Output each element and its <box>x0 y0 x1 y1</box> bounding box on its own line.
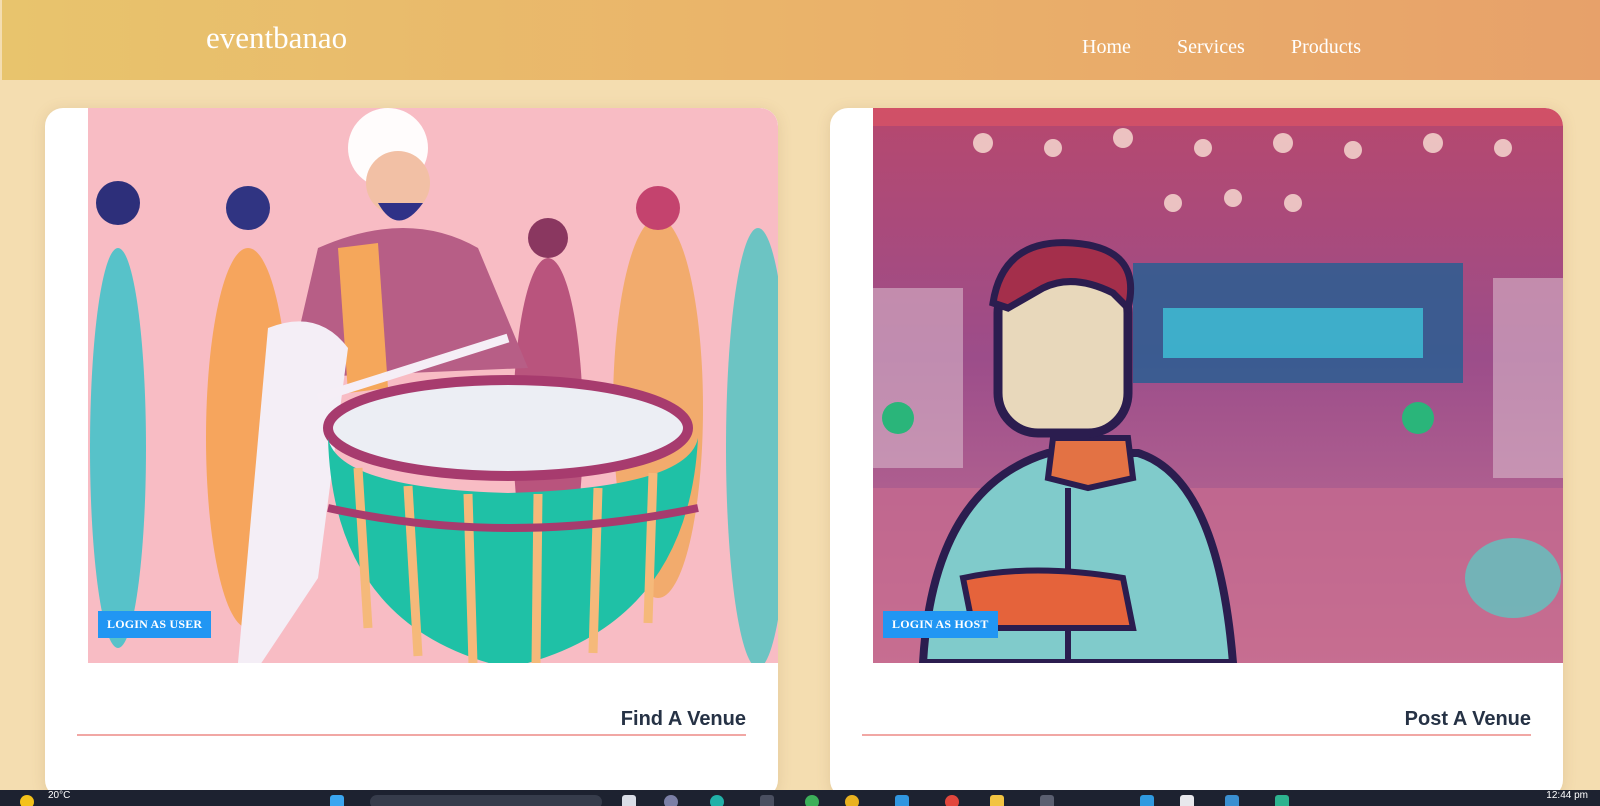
app-icon[interactable] <box>1140 795 1154 806</box>
card-title-post-venue: Post A Venue <box>1404 708 1531 730</box>
app-icon[interactable] <box>1180 795 1194 806</box>
taskbar-clock[interactable]: 12:44 pm <box>1546 790 1588 801</box>
browser-icon[interactable] <box>710 795 724 806</box>
app-icon[interactable] <box>945 795 959 806</box>
login-as-user-button[interactable]: LOGIN AS USER <box>98 611 212 638</box>
weather-sun-icon[interactable] <box>20 795 34 806</box>
chrome-icon[interactable] <box>805 795 819 806</box>
app-icon[interactable] <box>1275 795 1289 806</box>
host-card[interactable]: LOGIN AS HOST Post A Venue <box>830 108 1563 798</box>
taskbar-search-box[interactable] <box>370 795 602 806</box>
app-icon[interactable] <box>1040 795 1054 806</box>
nav-products-link[interactable]: Products <box>1291 36 1361 59</box>
login-as-host-button[interactable]: LOGIN AS HOST <box>883 611 998 638</box>
app-icon[interactable] <box>760 795 774 806</box>
app-icon[interactable] <box>664 795 678 806</box>
card-divider <box>862 734 1531 736</box>
app-icon[interactable] <box>1225 795 1239 806</box>
brand-logo[interactable]: eventbanao <box>206 20 347 56</box>
card-divider <box>77 734 746 736</box>
os-taskbar: 20°C 12:44 pm <box>0 790 1600 806</box>
drummer-illustration: LOGIN AS USER <box>88 108 778 663</box>
task-view-icon[interactable] <box>622 795 636 806</box>
nav-home-link[interactable]: Home <box>1082 36 1131 59</box>
user-card[interactable]: LOGIN AS USER Find A Venue <box>45 108 778 798</box>
navbar: eventbanao Home Services Products <box>2 0 1600 80</box>
app-icon[interactable] <box>845 795 859 806</box>
start-menu-icon[interactable] <box>330 795 344 806</box>
weather-temperature: 20°C <box>48 790 71 801</box>
card-title-find-venue: Find A Venue <box>620 708 746 730</box>
nav-services-link[interactable]: Services <box>1177 36 1245 59</box>
host-illustration: LOGIN AS HOST <box>873 108 1563 663</box>
app-icon[interactable] <box>895 795 909 806</box>
file-explorer-icon[interactable] <box>990 795 1004 806</box>
